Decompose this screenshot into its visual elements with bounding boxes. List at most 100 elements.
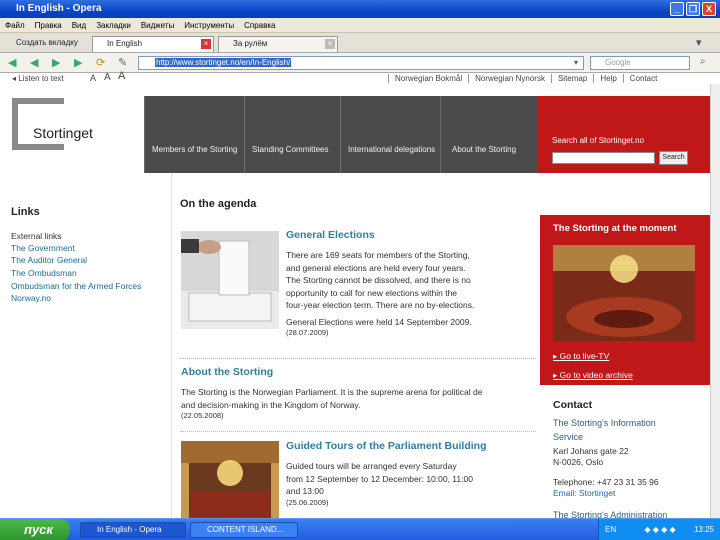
nav-about[interactable]: About the Storting xyxy=(440,96,537,173)
video-archive-link[interactable]: ▸ Go to video archive xyxy=(553,370,633,381)
link-help[interactable]: Help xyxy=(593,74,623,83)
sidebar-link-armed-forces[interactable]: Ombudsman for the Armed Forces xyxy=(11,281,141,291)
nav-members[interactable]: Members of the Storting xyxy=(144,96,244,173)
link-nynorsk[interactable]: Norwegian Nynorsk xyxy=(468,74,551,83)
tab-new-label: Создать вкладку xyxy=(16,38,78,47)
parliament-hall-photo[interactable] xyxy=(181,441,279,518)
body-note: General Elections were held 14 September… xyxy=(286,316,472,327)
address-toolbar: ◀ ◀ ▶ ▶ ⟳ ✎ http://www.stortinget.no/en/… xyxy=(0,53,720,73)
item-date: (22.05.2008) xyxy=(181,411,224,420)
listen-link[interactable]: ◂ Listen to text xyxy=(12,73,64,84)
start-button[interactable]: пуск xyxy=(0,519,70,540)
edit-icon[interactable]: ✎ xyxy=(118,56,127,70)
start-label: пуск xyxy=(24,522,53,537)
header-search-button[interactable]: Search xyxy=(659,151,688,165)
task-opera-label: In English - Opera xyxy=(97,525,162,534)
header-search-panel: Search all of Stortinget.no Search xyxy=(537,96,710,173)
contact-email[interactable]: Email: Stortinget xyxy=(553,487,615,499)
link-bokmal[interactable]: Norwegian Bokmål xyxy=(388,74,469,83)
nav-delegations[interactable]: International delegations xyxy=(340,96,440,173)
tab-in-english-label: In English xyxy=(107,39,143,48)
reload-icon[interactable]: ⟳ xyxy=(96,56,105,70)
sidebar-link-auditor[interactable]: The Auditor General xyxy=(11,255,87,265)
page-content: Links External links The Government The … xyxy=(6,173,710,518)
body-line: opportunity to call for new elections wi… xyxy=(286,287,458,298)
tab-close-icon[interactable]: × xyxy=(325,39,335,49)
live-tv-link[interactable]: ▸ Go to live-TV xyxy=(553,351,609,362)
nav-committees[interactable]: Standing Committees xyxy=(244,96,340,173)
divider xyxy=(180,431,536,432)
search-input[interactable]: Google xyxy=(590,56,690,70)
page-scrollbar[interactable] xyxy=(710,84,720,518)
divider xyxy=(180,358,536,359)
contact-line: The Storting's Information xyxy=(553,418,656,428)
rewind-icon[interactable]: ◀ xyxy=(30,56,38,70)
system-tray: EN ◆ ◆ ◆ ◆ 13:25 xyxy=(598,519,720,540)
tab-new[interactable]: Создать вкладку xyxy=(2,36,86,52)
forward-icon[interactable]: ▶ xyxy=(52,56,60,70)
menu-file[interactable]: Файл xyxy=(0,18,30,33)
address-dropdown-icon[interactable]: ▾ xyxy=(574,58,578,67)
menu-tools[interactable]: Инструменты xyxy=(179,18,239,33)
menu-edit[interactable]: Правка xyxy=(30,18,67,33)
restore-button[interactable]: ❐ xyxy=(686,2,700,16)
menu-bookmarks[interactable]: Закладки xyxy=(91,18,136,33)
minimize-button[interactable]: _ xyxy=(670,2,684,16)
contact-heading: Contact xyxy=(553,399,593,411)
body-line: The Storting cannot be dissolved, and th… xyxy=(286,275,471,285)
site-logo[interactable]: Stortinget xyxy=(6,96,144,173)
tray-icons: ◆ ◆ ◆ ◆ xyxy=(644,525,676,534)
item-date: (25.06.2009) xyxy=(286,497,329,507)
zoom-icon[interactable]: ⌕ xyxy=(700,56,706,67)
close-button[interactable]: X xyxy=(702,2,716,16)
logo-bracket-icon xyxy=(12,98,64,150)
task-content-island[interactable]: CONTENT ISLAND... xyxy=(190,522,298,538)
menu-help[interactable]: Справка xyxy=(239,18,280,33)
tab-close-icon[interactable]: × xyxy=(201,39,211,49)
nav-committees-label: Standing Committees xyxy=(252,145,329,154)
live-tv-label: Go to live-TV xyxy=(559,351,610,361)
menu-bar: Файл Правка Вид Закладки Виджеты Инструменты С… xyxy=(0,18,720,33)
link-sitemap[interactable]: Sitemap xyxy=(550,74,594,83)
tab-za-rulem[interactable]: За рулём × xyxy=(218,36,338,52)
sidebar-link-external[interactable]: External links xyxy=(11,231,62,241)
nav-members-label: Members of the Storting xyxy=(152,145,238,154)
task-content-label: CONTENT ISLAND... xyxy=(207,525,284,534)
back-icon[interactable]: ◀ xyxy=(8,56,16,70)
chamber-photo[interactable] xyxy=(553,245,695,341)
header-search-input[interactable] xyxy=(552,152,655,164)
font-size-small[interactable]: A xyxy=(90,73,96,84)
ballot-photo[interactable] xyxy=(181,231,279,329)
agenda-item-title[interactable]: About the Storting xyxy=(181,366,273,378)
sidebar-link-norway[interactable]: Norway.no xyxy=(11,293,51,303)
language-indicator[interactable]: EN xyxy=(605,525,616,534)
body-line: Guided tours will be arranged every Satu… xyxy=(286,461,457,471)
fast-forward-icon[interactable]: ▶ xyxy=(74,56,82,70)
sidebar-link-government[interactable]: The Government xyxy=(11,243,75,253)
contact-line: The Storting's Administration xyxy=(553,510,668,518)
storting-now-title: The Storting at the moment xyxy=(553,223,677,234)
link-contact[interactable]: Contact xyxy=(622,74,664,83)
body-line: from 12 September to 12 December: 10:00,… xyxy=(286,473,473,484)
tab-za-rulem-label: За рулём xyxy=(233,39,268,48)
tab-in-english[interactable]: In English × xyxy=(92,36,214,52)
logo-text: Stortinget xyxy=(33,125,93,141)
site-header: Stortinget Members of the Storting Stand… xyxy=(6,96,710,173)
task-opera[interactable]: In English - Opera xyxy=(80,522,186,538)
body-line: There are 169 seats for members of the S… xyxy=(286,250,470,260)
clock: 13:25 xyxy=(693,525,714,534)
tab-menu-icon[interactable]: ▾ xyxy=(696,36,702,49)
font-size-medium[interactable]: A xyxy=(104,72,111,83)
address-input[interactable]: http://www.stortinget.no/en/In-English/ xyxy=(138,56,584,70)
item-date: (28.07.2009) xyxy=(286,328,329,337)
font-size-large[interactable]: A xyxy=(118,71,125,82)
agenda-item-body: Guided tours will be arranged every Satu… xyxy=(286,460,473,507)
sidebar-link-ombudsman[interactable]: The Ombudsman xyxy=(11,268,77,278)
menu-widgets[interactable]: Виджеты xyxy=(136,18,179,33)
agenda-item-body: The Storting is the Norwegian Parliament… xyxy=(181,386,539,420)
agenda-item-title[interactable]: Guided Tours of the Parliament Building xyxy=(286,440,486,452)
menu-view[interactable]: Вид xyxy=(67,18,91,33)
nav-delegations-label: International delegations xyxy=(348,145,436,154)
nav-about-label: About the Storting xyxy=(452,145,517,154)
agenda-item-title[interactable]: General Elections xyxy=(286,229,375,241)
